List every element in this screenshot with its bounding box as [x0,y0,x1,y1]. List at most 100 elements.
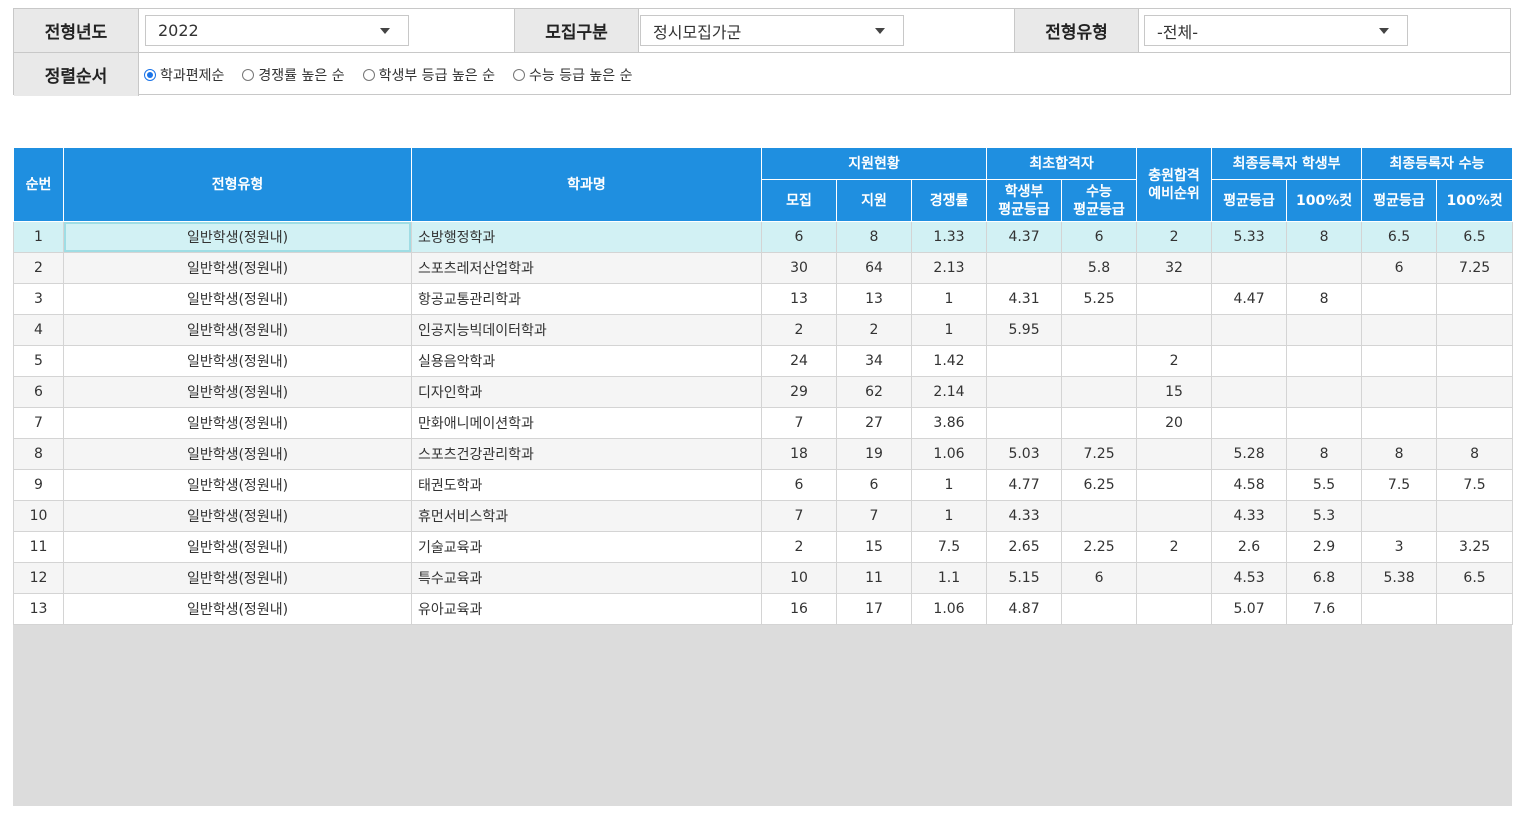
table-row[interactable]: 12 일반학생(정원내) 특수교육과 10 11 1.1 5.15 6 4.53 6.8 5.38 6… [13,562,1514,594]
cell-first-school-avg: 4.87 [986,593,1063,625]
cell-no: 1 [13,221,64,253]
cell-final-school-avg: 4.53 [1211,562,1288,594]
cell-final-school-cut: 8 [1286,438,1363,470]
cell-final-school-avg [1211,252,1288,284]
radio-button[interactable] [512,68,525,81]
sort-option-ratio-desc[interactable]: 경쟁률 높은 순 [242,65,345,85]
cell-first-school-avg: 4.37 [986,221,1063,253]
cell-final-school-cut: 6.8 [1286,562,1363,594]
cell-final-csat-cut: 6.5 [1436,221,1514,253]
cell-ratio: 2.13 [910,252,988,284]
cell-no: 8 [13,438,64,470]
header-final-csat-cut: 100%컷 [1436,179,1514,222]
cell-first-school-avg: 4.31 [986,283,1063,315]
cell-recruit: 2 [761,314,837,346]
cell-type: 일반학생(정원내) [63,407,412,439]
sort-option-label: 수능 등급 높은 순 [528,67,633,84]
table-body: 1 일반학생(정원내) 소방행정학과 6 8 1.33 4.37 6 2 5.33 8 6.5 6.5 2… [13,221,1514,625]
cell-dept: 특수교육과 [411,562,762,594]
cell-final-school-cut: 7.6 [1286,593,1363,625]
radio-button[interactable] [144,68,156,81]
table-row[interactable]: 1 일반학생(정원내) 소방행정학과 6 8 1.33 4.37 6 2 5.33 8 6.5 6.5 [13,221,1514,253]
header-final-school-avg: 평균등급 [1211,179,1288,222]
table-row[interactable]: 4 일반학생(정원내) 인공지능빅데이터학과 2 2 1 5.95 [13,314,1514,346]
cell-final-school-avg [1211,345,1288,377]
year-select[interactable]: 2022 [145,15,409,46]
table-row[interactable]: 6 일반학생(정원내) 디자인학과 29 62 2.14 15 [13,376,1514,408]
cell-waitlist [1136,469,1213,501]
cell-final-csat-avg: 6 [1361,252,1438,284]
cell-final-csat-cut [1436,283,1514,315]
table-row[interactable]: 5 일반학생(정원내) 실용음악학과 24 34 1.42 2 [13,345,1514,377]
type-label: 전형유형 [1014,9,1139,52]
cell-ratio: 7.5 [910,531,988,563]
recruit-label: 모집구분 [514,9,639,52]
cell-recruit: 10 [761,562,837,594]
table-row[interactable]: 9 일반학생(정원내) 태권도학과 6 6 1 4.77 6.25 4.58 5.5 7.5 7.5 [13,469,1514,501]
cell-first-school-avg: 5.03 [986,438,1063,470]
cell-dept: 스포츠레저산업학과 [411,252,762,284]
table-row[interactable]: 10 일반학생(정원내) 휴먼서비스학과 7 7 1 4.33 4.33 5.3 [13,500,1514,532]
cell-final-csat-cut [1436,376,1514,408]
cell-final-school-avg: 4.58 [1211,469,1288,501]
sort-option-school-grade-desc[interactable]: 학생부 등급 높은 순 [362,65,495,85]
cell-recruit: 16 [761,593,837,625]
cell-no: 4 [13,314,64,346]
table-row[interactable]: 8 일반학생(정원내) 스포츠건강관리학과 18 19 1.06 5.03 7.25 5.28 8… [13,438,1514,470]
header-apply: 지원 [836,179,912,222]
cell-ratio: 1 [910,469,988,501]
cell-dept: 유아교육과 [411,593,762,625]
cell-first-csat-avg: 5.8 [1061,252,1138,284]
cell-final-school-cut [1286,407,1363,439]
table-row[interactable]: 3 일반학생(정원내) 항공교통관리학과 13 13 1 4.31 5.25 4.47 8 [13,283,1514,315]
cell-type: 일반학생(정원내) [63,221,412,253]
cell-final-school-avg: 5.07 [1211,593,1288,625]
cell-ratio: 1.06 [910,593,988,625]
cell-final-school-cut [1286,252,1363,284]
cell-dept: 기술교육과 [411,531,762,563]
cell-final-csat-avg [1361,593,1438,625]
cell-final-school-cut: 5.5 [1286,469,1363,501]
radio-button[interactable] [242,68,255,81]
cell-type: 일반학생(정원내) [63,469,412,501]
filter-row-1: 전형년도 2022 모집구분 정시모집가군 전형유형 -전체- [14,9,1510,53]
cell-ratio: 1 [910,283,988,315]
cell-apply: 13 [836,283,912,315]
cell-apply: 2 [836,314,912,346]
table-row[interactable]: 13 일반학생(정원내) 유아교육과 16 17 1.06 4.87 5.07 7.6 [13,593,1514,625]
cell-final-school-cut: 2.9 [1286,531,1363,563]
recruit-select[interactable]: 정시모집가군 [640,15,904,46]
cell-final-csat-cut [1436,500,1514,532]
cell-final-csat-avg: 3 [1361,531,1438,563]
cell-final-csat-cut: 7.5 [1436,469,1514,501]
cell-recruit: 7 [761,500,837,532]
cell-type: 일반학생(정원내) [63,531,412,563]
table-row[interactable]: 2 일반학생(정원내) 스포츠레저산업학과 30 64 2.13 5.8 32 6 7.25 [13,252,1514,284]
cell-final-csat-avg: 6.5 [1361,221,1438,253]
cell-final-school-avg: 4.33 [1211,500,1288,532]
cell-waitlist: 2 [1136,531,1213,563]
cell-final-csat-cut [1436,593,1514,625]
cell-first-csat-avg: 6.25 [1061,469,1138,501]
table-row[interactable]: 7 일반학생(정원내) 만화애니메이션학과 7 27 3.86 20 [13,407,1514,439]
table-row[interactable]: 11 일반학생(정원내) 기술교육과 2 15 7.5 2.65 2.25 2 2.6 2.9 3 3.… [13,531,1514,563]
cell-apply: 27 [836,407,912,439]
cell-recruit: 6 [761,221,837,253]
type-select[interactable]: -전체- [1144,15,1408,46]
cell-recruit: 13 [761,283,837,315]
cell-final-school-avg: 5.33 [1211,221,1288,253]
cell-type: 일반학생(정원내) [63,283,412,315]
cell-final-school-cut: 8 [1286,221,1363,253]
cell-apply: 11 [836,562,912,594]
radio-button[interactable] [362,68,375,81]
sort-option-csat-grade-desc[interactable]: 수능 등급 높은 순 [512,65,633,85]
cell-first-school-avg [986,376,1063,408]
cell-no: 13 [13,593,64,625]
header-final-school-cut: 100%컷 [1286,179,1363,222]
cell-waitlist: 32 [1136,252,1213,284]
sort-option-dept-order[interactable]: 학과편제순 [144,65,224,85]
cell-ratio: 3.86 [910,407,988,439]
cell-ratio: 1.06 [910,438,988,470]
header-final-school-group: 최종등록자 학생부 [1211,147,1363,180]
cell-first-csat-avg: 2.25 [1061,531,1138,563]
